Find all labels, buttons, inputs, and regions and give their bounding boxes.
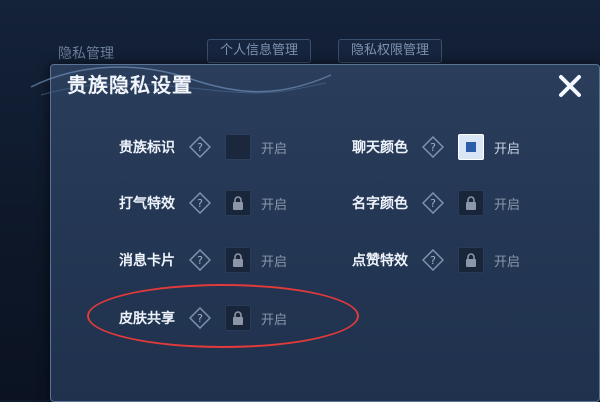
- red-highlight-ellipse: [87, 284, 359, 348]
- locked-checkbox: [458, 190, 484, 216]
- setting-noble-badge: 贵族标识 ? 开启: [111, 133, 287, 161]
- setting-name-color: 名字颜色 ? 开启: [344, 189, 520, 217]
- toggle-state-label: 开启: [494, 197, 521, 213]
- help-icon[interactable]: ?: [421, 191, 445, 215]
- setting-cheer-effect: 打气特效 ? 开启: [111, 189, 287, 217]
- lock-icon: [233, 196, 243, 210]
- svg-text:?: ?: [197, 197, 203, 210]
- setting-chat-color: 聊天颜色 ? 开启: [344, 133, 520, 161]
- svg-text:?: ?: [430, 197, 436, 210]
- toggle-checkbox[interactable]: [458, 134, 484, 160]
- background-header: 隐私管理 个人信息管理 隐私权限管理: [0, 35, 600, 67]
- dialog-header: 贵族隐私设置: [30, 65, 599, 105]
- svg-text:?: ?: [197, 254, 203, 267]
- locked-checkbox: [458, 247, 484, 273]
- toggle-checkbox[interactable]: [225, 134, 251, 160]
- help-icon[interactable]: ?: [188, 191, 212, 215]
- help-icon[interactable]: ?: [188, 135, 212, 159]
- dialog-title: 贵族隐私设置: [67, 73, 193, 97]
- tab-personal-info[interactable]: 个人信息管理: [207, 39, 312, 63]
- setting-label: 打气特效: [119, 196, 175, 212]
- lock-icon: [466, 253, 476, 267]
- lock-icon: [233, 253, 243, 267]
- toggle-state-label: 开启: [494, 141, 521, 157]
- help-icon[interactable]: ?: [421, 248, 445, 272]
- close-button[interactable]: [555, 71, 585, 101]
- setting-label: 贵族标识: [119, 140, 175, 156]
- setting-label: 点赞特效: [352, 253, 408, 269]
- toggle-state-label: 开启: [261, 141, 288, 157]
- tab-privacy-permissions[interactable]: 隐私权限管理: [338, 39, 443, 63]
- svg-text:?: ?: [430, 254, 436, 267]
- setting-label: 名字颜色: [352, 196, 408, 212]
- locked-checkbox: [225, 190, 251, 216]
- svg-text:?: ?: [430, 141, 436, 154]
- setting-label: 聊天颜色: [352, 140, 408, 156]
- setting-label: 消息卡片: [119, 253, 175, 269]
- help-icon[interactable]: ?: [421, 135, 445, 159]
- toggle-state-label: 开启: [261, 254, 288, 270]
- lock-icon: [466, 196, 476, 210]
- setting-message-card: 消息卡片 ? 开启: [111, 246, 287, 274]
- background-title: 隐私管理: [58, 46, 114, 62]
- setting-like-effect: 点赞特效 ? 开启: [344, 246, 520, 274]
- close-icon: [559, 75, 581, 97]
- checkmark-icon: [466, 142, 476, 152]
- toggle-state-label: 开启: [261, 197, 288, 213]
- help-icon[interactable]: ?: [188, 248, 212, 272]
- svg-text:?: ?: [197, 141, 203, 154]
- locked-checkbox: [225, 247, 251, 273]
- noble-privacy-dialog: 贵族隐私设置 贵族标识 ? 开启 聊天颜色 ? 开启 打气特效 ? 开启 名字颜…: [30, 64, 600, 402]
- toggle-state-label: 开启: [494, 254, 521, 270]
